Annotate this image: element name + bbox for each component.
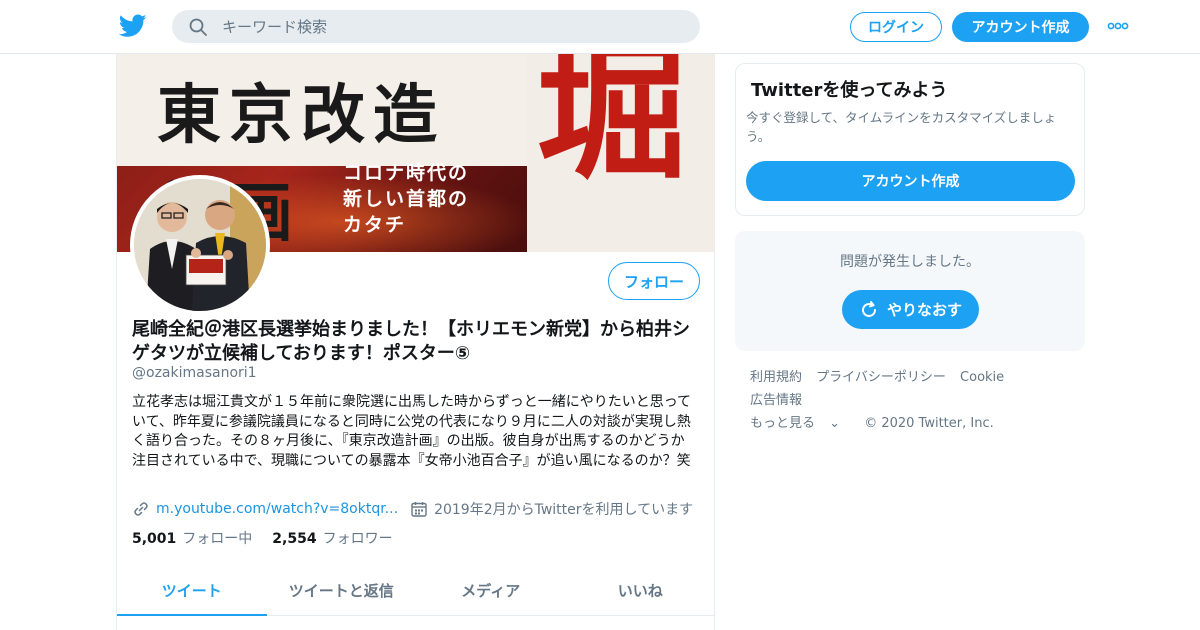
banner-subtitle-line2: 新しい首都の bbox=[343, 188, 470, 210]
tab-likes[interactable]: いいね bbox=[566, 565, 716, 615]
tab-tweets[interactable]: ツイート bbox=[117, 565, 267, 616]
error-card: 問題が発生しました。 やりなおす bbox=[735, 231, 1085, 351]
profile-display-name: 尾崎全紀＠港区長選挙始まりました！【ホリエモン新党】から柏井シゲタツが立候補して… bbox=[132, 319, 690, 364]
followers-label: フォロワー bbox=[322, 531, 393, 547]
footer-links-row: 利用規約 プライバシーポリシー Cookie 広告情報 bbox=[750, 366, 1080, 412]
footer-more-link[interactable]: もっと見る ⌄ bbox=[750, 416, 850, 431]
signup-card-description: 今すぐ登録して、タイムラインをカスタマイズしましょう。 bbox=[746, 110, 1057, 144]
follow-button[interactable]: フォロー bbox=[608, 262, 700, 300]
sidebar-footer: 利用規約 プライバシーポリシー Cookie 広告情報 もっと見る ⌄ © 20… bbox=[750, 366, 1080, 435]
footer-more-label: もっと見る bbox=[750, 416, 816, 431]
retry-button[interactable]: やりなおす bbox=[842, 290, 979, 329]
banner-title-line1: 東京改造 bbox=[157, 79, 445, 153]
profile-website-link[interactable]: m.youtube.com/watch?v=8oktqr... bbox=[156, 501, 398, 517]
refresh-icon bbox=[862, 300, 876, 317]
profile-column: 東京改造 計画 コロナ時代の 新しい首都の カタチ 堀 bbox=[116, 54, 715, 630]
login-button[interactable]: ログイン bbox=[850, 12, 942, 42]
link-icon bbox=[134, 502, 148, 516]
profile-avatar[interactable] bbox=[130, 175, 270, 315]
footer-link-ads[interactable]: 広告情報 bbox=[750, 393, 802, 408]
following-stat[interactable]: 5,001 フォロー中 bbox=[132, 528, 252, 548]
banner-subtitle-line3: カタチ bbox=[343, 214, 407, 236]
more-options-icon[interactable] bbox=[1107, 19, 1129, 33]
profile-tabs: ツイート ツイートと返信 メディア いいね bbox=[117, 565, 715, 616]
footer-link-cookie[interactable]: Cookie bbox=[960, 370, 1004, 385]
profile-joined-date: 2019年2月からTwitterを利用しています bbox=[434, 502, 694, 518]
search-input[interactable] bbox=[222, 17, 662, 36]
search-bar[interactable] bbox=[172, 10, 700, 43]
profile-bio: 立花孝志は堀江貴文が１５年前に衆院選に出馬した時からずっと一緒にやりたいと思って… bbox=[132, 394, 692, 469]
footer-link-terms[interactable]: 利用規約 bbox=[750, 370, 802, 385]
top-navigation-bar: ログイン アカウント作成 bbox=[0, 0, 1200, 54]
banner-big-character: 堀 bbox=[537, 54, 688, 200]
twitter-bird-logo-icon[interactable] bbox=[119, 13, 147, 39]
footer-second-row: もっと見る ⌄ © 2020 Twitter, Inc. bbox=[750, 412, 1080, 435]
signup-card: Twitterを使ってみよう 今すぐ登録して、タイムラインをカスタマイズしましょ… bbox=[735, 63, 1085, 216]
followers-stat[interactable]: 2,554 フォロワー bbox=[272, 528, 392, 548]
signup-card-button[interactable]: アカウント作成 bbox=[746, 161, 1075, 201]
signup-button[interactable]: アカウント作成 bbox=[952, 12, 1089, 42]
profile-handle: @ozakimasanori1 bbox=[132, 365, 257, 381]
banner-subtitle-line1: コロナ時代の bbox=[343, 162, 470, 184]
error-message: 問題が発生しました。 bbox=[840, 254, 980, 270]
calendar-icon bbox=[411, 502, 427, 517]
followers-count: 2,554 bbox=[272, 531, 317, 547]
tab-tweets-and-replies[interactable]: ツイートと返信 bbox=[267, 565, 417, 615]
chevron-down-icon: ⌄ bbox=[829, 416, 841, 431]
footer-copyright: © 2020 Twitter, Inc. bbox=[864, 416, 994, 431]
signup-card-title: Twitterを使ってみよう bbox=[751, 80, 948, 101]
search-icon bbox=[189, 18, 207, 36]
banner-subtitle: コロナ時代の 新しい首都の カタチ bbox=[343, 160, 469, 238]
profile-meta: m.youtube.com/watch?v=8oktqr... 2019年2月か… bbox=[132, 498, 693, 520]
avatar-photo-illustration bbox=[134, 179, 266, 311]
retry-label: やりなおす bbox=[886, 301, 962, 319]
tab-media[interactable]: メディア bbox=[416, 565, 566, 615]
following-label: フォロー中 bbox=[182, 531, 253, 547]
footer-link-privacy[interactable]: プライバシーポリシー bbox=[816, 370, 946, 385]
profile-stats: 5,001 フォロー中 2,554 フォロワー bbox=[132, 528, 413, 548]
following-count: 5,001 bbox=[132, 531, 177, 547]
